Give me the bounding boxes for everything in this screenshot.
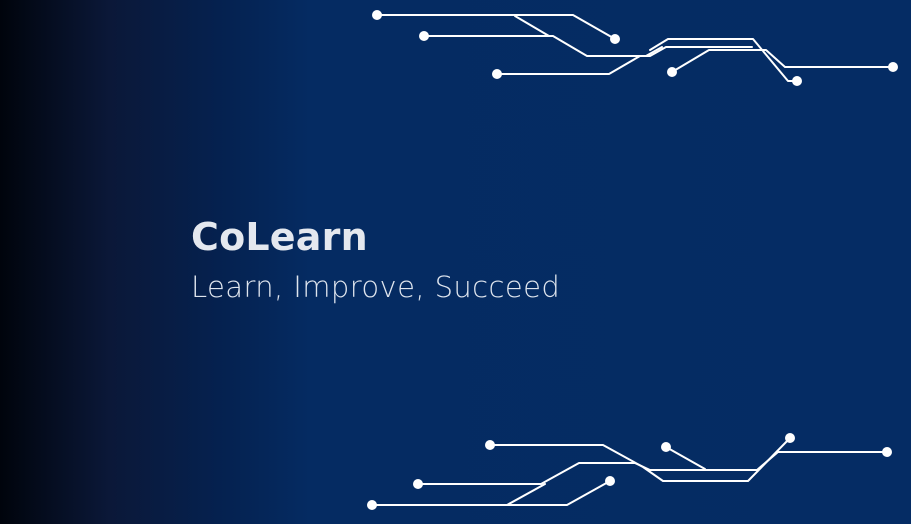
top-circuit-nodes [372, 10, 898, 86]
brand-block: CoLearn Learn, Improve, Succeed [191, 214, 711, 306]
brand-title: CoLearn [191, 215, 368, 259]
bottom-circuit-traces [371, 437, 888, 506]
bottom-circuit-nodes [367, 433, 892, 510]
top-circuit-traces [376, 14, 894, 82]
brand-tagline: Learn, Improve, Succeed [191, 270, 561, 304]
